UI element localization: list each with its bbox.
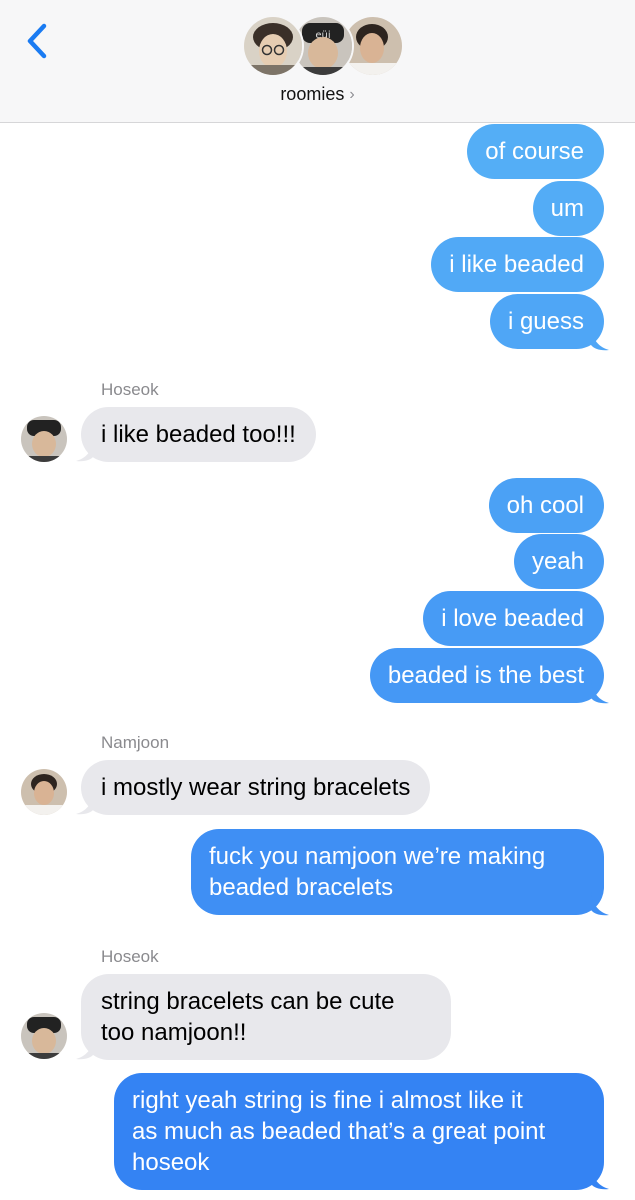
- outgoing-message[interactable]: fuck you namjoon we’re making beaded bra…: [191, 829, 604, 915]
- incoming-message[interactable]: string bracelets can be cute too namjoon…: [81, 974, 451, 1060]
- chevron-left-icon: [27, 23, 47, 59]
- outgoing-message[interactable]: right yeah string is fine i almost like …: [114, 1073, 604, 1190]
- outgoing-message[interactable]: i like beaded: [431, 237, 604, 292]
- bubble-tail: [591, 680, 609, 704]
- bubble-tail: [591, 1166, 609, 1190]
- incoming-message[interactable]: i mostly wear string bracelets: [81, 760, 431, 815]
- outgoing-message[interactable]: i love beaded: [423, 591, 604, 646]
- message-text: i love beaded: [441, 605, 584, 632]
- message-text: i like beaded: [449, 251, 584, 278]
- bubble-tail: [76, 791, 94, 815]
- bubble-tail: [591, 892, 609, 916]
- message-text: um: [550, 195, 584, 222]
- message-text-line: hoseok: [132, 1149, 210, 1176]
- bubble-tail: [591, 327, 609, 351]
- outgoing-message[interactable]: oh cool: [488, 478, 604, 533]
- chat-header: eüi roomies ›: [0, 0, 635, 123]
- bubble-tail: [76, 1036, 94, 1060]
- message-text-line: right yeah string is fine i almost like …: [132, 1087, 523, 1114]
- sender-avatar[interactable]: [21, 416, 67, 462]
- group-avatars[interactable]: eüi: [242, 15, 404, 79]
- message-text-line: string bracelets can be cute: [101, 988, 395, 1015]
- message-text: beaded is the best: [387, 662, 584, 689]
- message-text: yeah: [531, 548, 584, 575]
- message-list[interactable]: of course um i like beaded i guess Hoseo…: [0, 122, 635, 1200]
- back-button[interactable]: [14, 18, 58, 64]
- message-text: oh cool: [506, 492, 584, 519]
- outgoing-message[interactable]: i guess: [489, 294, 604, 349]
- outgoing-message[interactable]: of course: [467, 124, 604, 179]
- message-text: of course: [485, 138, 584, 165]
- message-text: i like beaded too!!!: [101, 421, 296, 448]
- avatar: [242, 15, 304, 77]
- sender-name: Hoseok: [101, 947, 159, 966]
- message-text-line: too namjoon!!: [101, 1019, 247, 1046]
- outgoing-message[interactable]: um: [532, 181, 604, 236]
- message-text-line: as much as beaded that’s a great point: [132, 1118, 546, 1145]
- message-text: i mostly wear string bracelets: [101, 774, 411, 801]
- sender-name: Hoseok: [101, 380, 159, 399]
- chevron-right-icon: ›: [349, 86, 355, 103]
- sender-avatar[interactable]: [21, 1013, 67, 1059]
- group-name[interactable]: roomies ›: [0, 84, 635, 105]
- bubble-tail: [76, 438, 94, 462]
- incoming-message[interactable]: i like beaded too!!!: [81, 407, 316, 462]
- message-text: i guess: [507, 308, 584, 335]
- outgoing-message[interactable]: yeah: [513, 534, 604, 589]
- sender-name: Namjoon: [101, 733, 170, 752]
- message-text-line: beaded bracelets: [209, 874, 394, 901]
- outgoing-message[interactable]: beaded is the best: [369, 648, 604, 703]
- sender-avatar[interactable]: [21, 769, 67, 815]
- message-text-line: fuck you namjoon we’re making: [209, 843, 546, 870]
- group-name-label: roomies: [280, 84, 345, 104]
